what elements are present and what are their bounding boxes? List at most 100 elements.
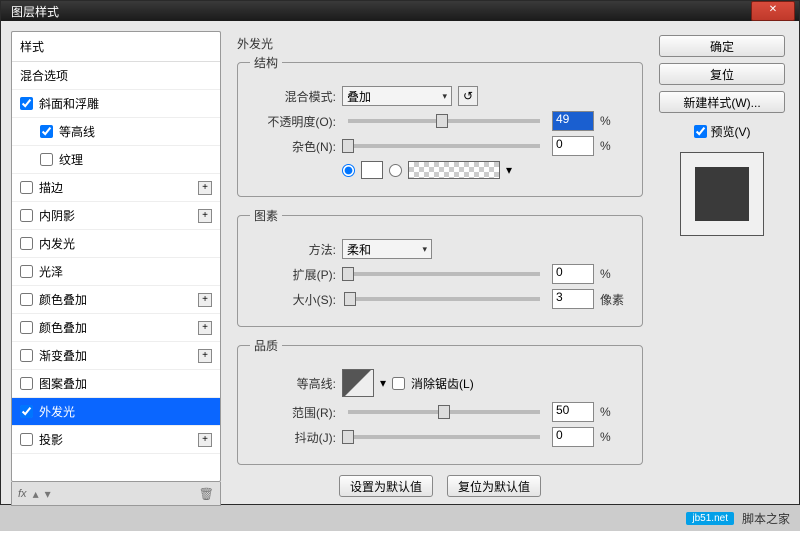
blend-mode-reset-button[interactable]: ↺ xyxy=(458,86,478,106)
style-checkbox[interactable] xyxy=(40,153,53,166)
style-checkbox[interactable] xyxy=(40,125,53,138)
chevron-down-icon: ▾ xyxy=(422,244,427,255)
style-checkbox[interactable] xyxy=(20,209,33,222)
new-style-button[interactable]: 新建样式(W)... xyxy=(659,91,785,113)
opacity-slider[interactable] xyxy=(348,119,540,123)
plus-icon[interactable]: + xyxy=(198,433,212,447)
style-checkbox[interactable] xyxy=(20,237,33,250)
window-title: 图层样式 xyxy=(5,3,751,20)
spread-input[interactable]: 0 xyxy=(552,264,594,284)
style-item[interactable]: 斜面和浮雕 xyxy=(12,90,220,118)
style-label: 渐变叠加 xyxy=(39,347,87,364)
layer-style-dialog: 图层样式 ✕ 样式 混合选项 斜面和浮雕等高线纹理描边+内阴影+ 内发光光泽颜色叠… xyxy=(0,0,800,505)
size-input[interactable]: 3 xyxy=(552,289,594,309)
style-item[interactable]: 内阴影+ xyxy=(12,202,220,230)
contour-caret-icon[interactable]: ▾ xyxy=(380,376,386,390)
antialias-checkbox[interactable] xyxy=(392,377,405,390)
jitter-unit: % xyxy=(600,430,630,444)
style-label: 图案叠加 xyxy=(39,375,87,392)
arrow-down-icon[interactable]: ▾ xyxy=(45,487,51,501)
style-checkbox[interactable] xyxy=(20,181,33,194)
antialias-label: 消除锯齿(L) xyxy=(411,375,474,392)
plus-icon[interactable]: + xyxy=(198,209,212,223)
opacity-unit: % xyxy=(600,114,630,128)
ok-button[interactable]: 确定 xyxy=(659,35,785,57)
contour-picker[interactable] xyxy=(342,369,374,397)
style-item[interactable]: 颜色叠加+ xyxy=(12,286,220,314)
style-label: 等高线 xyxy=(59,123,95,140)
color-radio[interactable] xyxy=(342,164,355,177)
style-label: 光泽 xyxy=(39,263,63,280)
plus-icon[interactable]: + xyxy=(198,293,212,307)
method-dropdown[interactable]: 柔和 ▾ xyxy=(342,239,432,259)
style-checkbox[interactable] xyxy=(20,377,33,390)
blend-mode-dropdown[interactable]: 叠加 ▾ xyxy=(342,86,452,106)
style-item[interactable]: 描边+ xyxy=(12,174,220,202)
gradient-swatch[interactable] xyxy=(408,161,500,179)
style-checkbox[interactable] xyxy=(20,433,33,446)
jitter-input[interactable]: 0 xyxy=(552,427,594,447)
style-checkbox[interactable] xyxy=(20,265,33,278)
plus-icon[interactable]: + xyxy=(198,321,212,335)
range-input[interactable]: 50 xyxy=(552,402,594,422)
plus-icon[interactable]: + xyxy=(198,349,212,363)
styles-list: 样式 混合选项 斜面和浮雕等高线纹理描边+内阴影+ 内发光光泽颜色叠加+颜色叠加+… xyxy=(11,31,221,482)
gradient-caret-icon[interactable]: ▾ xyxy=(506,163,512,177)
style-item[interactable]: 投影+ xyxy=(12,426,220,454)
size-unit: 像素 xyxy=(600,291,630,308)
style-checkbox[interactable] xyxy=(20,349,33,362)
style-item[interactable]: 渐变叠加 + xyxy=(12,342,220,370)
style-checkbox[interactable] xyxy=(20,405,33,418)
preview-label: 预览(V) xyxy=(711,123,751,140)
plus-icon[interactable]: + xyxy=(198,181,212,195)
outer-glow-title: 外发光 xyxy=(237,35,643,52)
range-label: 范围(R): xyxy=(250,404,336,421)
preview-checkbox[interactable] xyxy=(694,125,707,138)
arrow-up-icon[interactable]: ▴ xyxy=(33,487,39,501)
blend-mode-value: 叠加 xyxy=(347,88,371,105)
style-label: 内发光 xyxy=(39,235,75,252)
opacity-label: 不透明度(O): xyxy=(250,113,336,130)
size-label: 大小(S): xyxy=(250,291,336,308)
left-panel: 样式 混合选项 斜面和浮雕等高线纹理描边+内阴影+ 内发光光泽颜色叠加+颜色叠加+… xyxy=(11,31,221,506)
styles-header: 样式 xyxy=(12,32,220,62)
style-item[interactable]: 光泽 xyxy=(12,258,220,286)
quality-group: 品质 等高线: ▾ 消除锯齿(L) 范围(R): 50 % 抖动(J): xyxy=(237,337,643,465)
style-item[interactable]: 内发光 xyxy=(12,230,220,258)
close-button[interactable]: ✕ xyxy=(751,1,795,21)
style-item[interactable]: 颜色叠加+ xyxy=(12,314,220,342)
blending-options-item[interactable]: 混合选项 xyxy=(12,62,220,90)
spread-slider[interactable] xyxy=(348,272,540,276)
color-swatch[interactable] xyxy=(361,161,383,179)
style-label: 斜面和浮雕 xyxy=(39,95,99,112)
style-label: 纹理 xyxy=(59,151,83,168)
spread-unit: % xyxy=(600,267,630,281)
size-slider[interactable] xyxy=(348,297,540,301)
fx-toolbar: fx ▴ ▾ 🗑 xyxy=(11,482,221,506)
style-item[interactable]: 等高线 xyxy=(12,118,220,146)
noise-slider[interactable] xyxy=(348,144,540,148)
jitter-slider[interactable] xyxy=(348,435,540,439)
preview-swatch xyxy=(695,167,749,221)
cancel-button[interactable]: 复位 xyxy=(659,63,785,85)
style-item[interactable]: 图案叠加 xyxy=(12,370,220,398)
titlebar[interactable]: 图层样式 ✕ xyxy=(1,1,799,21)
style-item[interactable]: 纹理 xyxy=(12,146,220,174)
trash-icon[interactable]: 🗑 xyxy=(199,487,214,501)
noise-label: 杂色(N): xyxy=(250,138,336,155)
gradient-radio[interactable] xyxy=(389,164,402,177)
style-checkbox[interactable] xyxy=(20,293,33,306)
range-slider[interactable] xyxy=(348,410,540,414)
blending-options-label: 混合选项 xyxy=(20,67,68,84)
footer-badge: jb51.net xyxy=(686,512,734,525)
spread-label: 扩展(P): xyxy=(250,266,336,283)
opacity-input[interactable]: 49 xyxy=(552,111,594,131)
reset-default-button[interactable]: 复位为默认值 xyxy=(447,475,541,497)
make-default-button[interactable]: 设置为默认值 xyxy=(339,475,433,497)
style-item[interactable]: 外发光 xyxy=(12,398,220,426)
style-checkbox[interactable] xyxy=(20,321,33,334)
noise-input[interactable]: 0 xyxy=(552,136,594,156)
style-label: 外发光 xyxy=(39,403,75,420)
fx-icon[interactable]: fx xyxy=(18,488,27,500)
style-checkbox[interactable] xyxy=(20,97,33,110)
